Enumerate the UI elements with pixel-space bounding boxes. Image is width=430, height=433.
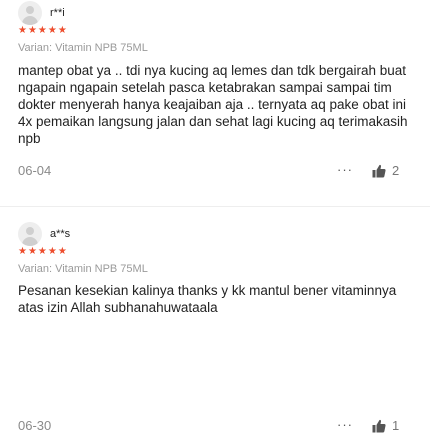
- review-date: 06-04: [18, 163, 52, 178]
- more-options-icon[interactable]: ···: [337, 162, 353, 177]
- like-count: 2: [392, 163, 400, 178]
- like-count: 1: [392, 418, 400, 433]
- avatar[interactable]: [18, 222, 42, 246]
- thumbs-up-icon[interactable]: [372, 419, 386, 433]
- reviewer-name: a**s: [50, 228, 71, 240]
- rating-stars: ★★★★★: [18, 246, 68, 257]
- review-text: mantep obat ya .. tdi nya kucing aq leme…: [18, 63, 408, 146]
- avatar[interactable]: [18, 1, 42, 25]
- review-divider: [0, 206, 430, 207]
- review-text: Pesanan kesekian kalinya thanks y kk man…: [18, 283, 397, 315]
- variant-label: Varian: Vitamin NPB 75ML: [18, 42, 148, 54]
- variant-label: Varian: Vitamin NPB 75ML: [18, 263, 148, 275]
- reviewer-name: r**i: [50, 7, 65, 19]
- thumbs-up-icon[interactable]: [372, 164, 386, 178]
- rating-stars: ★★★★★: [18, 25, 68, 36]
- review-date: 06-30: [18, 418, 52, 433]
